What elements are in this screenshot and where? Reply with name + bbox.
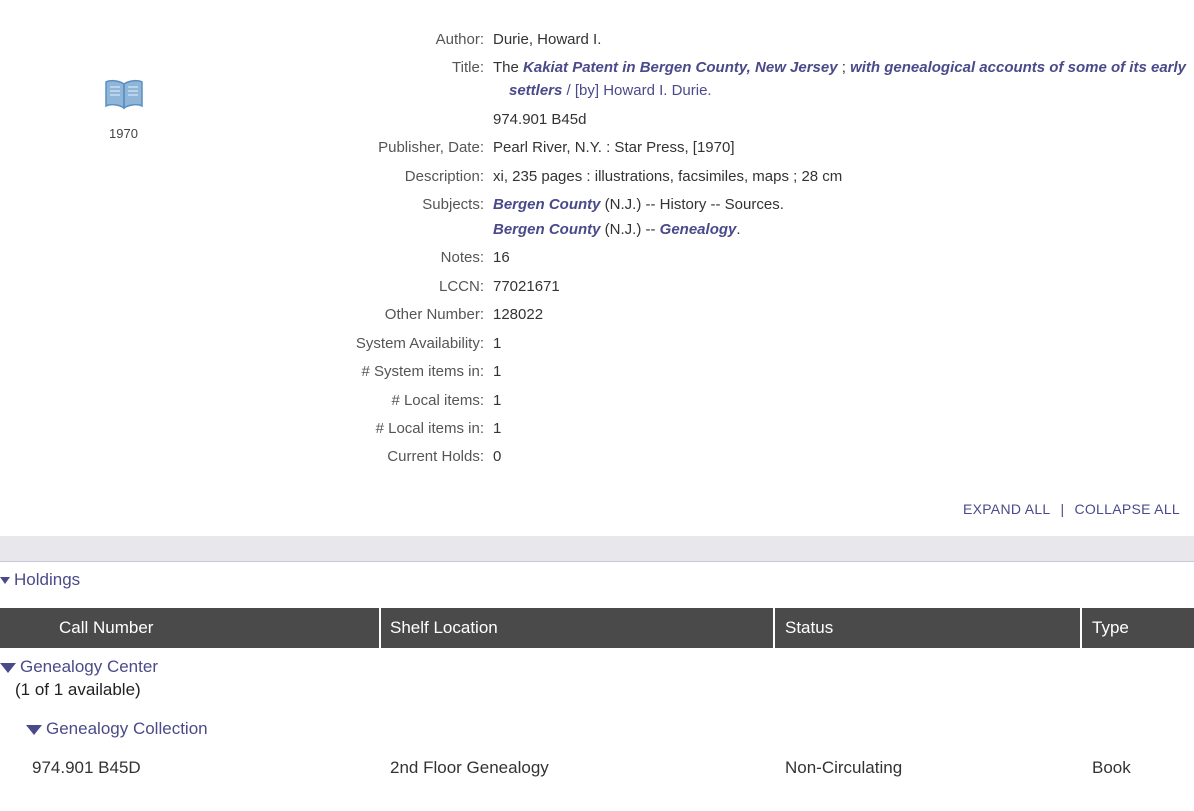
holding-shelf-location: 2nd Floor Genealogy: [390, 758, 549, 777]
other-number-label: Other Number:: [384, 306, 484, 323]
column-divider: [1080, 608, 1082, 648]
notes-label: Notes:: [440, 249, 484, 266]
org-toggle-genealogy-center[interactable]: Genealogy Center: [0, 657, 158, 677]
subject-2-end: .: [736, 221, 741, 238]
column-header-type[interactable]: Type: [1092, 608, 1129, 648]
notes-value: 16: [493, 249, 510, 266]
description-label: Description:: [404, 168, 484, 185]
column-header-call-number[interactable]: Call Number: [59, 608, 153, 648]
holdings-table-header: Call Number Shelf Location Status Type: [0, 608, 1194, 648]
subject-link-1[interactable]: Bergen County (N.J.) -- History -- Sourc…: [493, 194, 784, 216]
title-link[interactable]: The Kakiat Patent in Bergen County, New …: [493, 57, 1186, 79]
subjects-label: Subjects:: [422, 196, 484, 213]
book-cover-icon: [104, 78, 144, 110]
description-value: xi, 235 pages : illustrations, facsimile…: [493, 168, 843, 185]
holding-type: Book: [1092, 758, 1131, 777]
collection-toggle[interactable]: Genealogy Collection: [26, 719, 208, 739]
column-divider: [379, 608, 381, 648]
separator: |: [1060, 501, 1065, 517]
system-items-in-value: 1: [493, 363, 502, 380]
title-mid: ;: [837, 59, 851, 76]
title-label: Title:: [452, 59, 484, 76]
subject-1-rest: (N.J.) -- History -- Sources.: [600, 196, 784, 213]
title-bold-3: with genealogical accounts of some of it…: [850, 59, 1187, 76]
subject-link-2[interactable]: Bergen County (N.J.) -- Genealogy.: [493, 219, 741, 241]
triangle-down-icon: [0, 577, 10, 585]
subject-1-bold: Bergen County: [493, 196, 601, 213]
holdings-toggle[interactable]: Holdings: [0, 570, 80, 590]
subject-2-mid: (N.J.) --: [600, 221, 660, 238]
expand-collapse-bar: EXPAND ALL | COLLAPSE ALL: [963, 501, 1180, 517]
lccn-label: LCCN:: [438, 278, 484, 295]
title-bold-4: settlers: [509, 82, 563, 99]
author-label: Author:: [435, 31, 484, 48]
expand-all-link[interactable]: EXPAND ALL: [963, 501, 1051, 517]
local-items-label: # Local items:: [391, 392, 484, 409]
local-items-in-label: # Local items in:: [375, 420, 484, 437]
section-divider-band: [0, 536, 1194, 562]
lccn-value: 77021671: [493, 278, 560, 295]
holding-call-number: 974.901 B45D: [32, 758, 141, 777]
triangle-down-icon: [0, 662, 16, 673]
column-header-status[interactable]: Status: [785, 608, 833, 648]
title-bold-1: Kakiat Patent in Bergen County: [523, 59, 747, 76]
system-availability-label: System Availability:: [355, 335, 484, 352]
other-number-value: 128022: [493, 306, 544, 323]
local-items-in-value: 1: [493, 420, 502, 437]
publisher-label: Publisher, Date:: [378, 139, 484, 156]
collection-name: Genealogy Collection: [46, 719, 208, 738]
publication-year: 1970: [109, 126, 138, 141]
availability-count: (1 of 1 available): [15, 680, 141, 699]
holdings-title: Holdings: [14, 570, 81, 589]
title-bold-2: New Jersey: [755, 59, 838, 76]
collapse-all-link[interactable]: COLLAPSE ALL: [1074, 501, 1180, 517]
triangle-down-icon: [26, 724, 42, 735]
column-header-shelf-location[interactable]: Shelf Location: [390, 608, 498, 648]
call-number-value: 974.901 B45d: [493, 111, 587, 128]
system-items-in-label: # System items in:: [361, 363, 484, 380]
column-divider: [773, 608, 775, 648]
subject-2-bold: Bergen County: [493, 221, 601, 238]
title-link-continued[interactable]: settlers / [by] Howard I. Durie.: [509, 80, 712, 102]
org-name: Genealogy Center: [20, 657, 158, 676]
current-holds-label: Current Holds:: [387, 448, 484, 465]
holding-status: Non-Circulating: [785, 758, 903, 777]
title-suffix: / [by] Howard I. Durie.: [562, 82, 712, 99]
current-holds-value: 0: [493, 448, 502, 465]
subject-2-bold-2: Genealogy: [659, 221, 737, 238]
local-items-value: 1: [493, 392, 502, 409]
system-availability-value: 1: [493, 335, 502, 352]
title-prefix: The: [493, 59, 524, 76]
publisher-value: Pearl River, N.Y. : Star Press, [1970]: [493, 139, 735, 156]
title-comma: ,: [746, 59, 756, 76]
author-link[interactable]: Durie, Howard I.: [493, 29, 601, 51]
